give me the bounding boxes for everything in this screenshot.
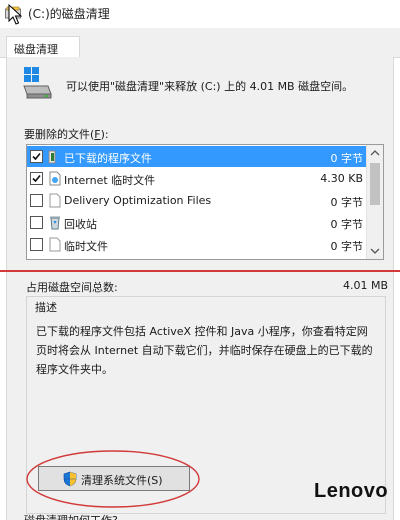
file-name: 回收站 <box>64 218 97 231</box>
file-size: 4.30 KB <box>320 172 363 185</box>
file-name: 已下载的程序文件 <box>64 152 152 165</box>
file-checkbox[interactable] <box>30 172 43 185</box>
tab-strip: 磁盘清理 <box>0 28 400 59</box>
tab-disk-cleanup[interactable]: 磁盘清理 <box>6 36 80 59</box>
file-size: 0 字节 <box>330 152 364 165</box>
intro-text: 可以使用"磁盘清理"来释放 (C:) 上的 4.01 MB 磁盘空间。 <box>66 80 354 93</box>
lenovo-watermark: Lenovo <box>314 480 389 502</box>
recycle-bin-icon <box>50 216 60 230</box>
description-legend: 描述 <box>32 299 60 315</box>
list-item[interactable]: Delivery Optimization Files 0 字节 <box>27 190 367 211</box>
file-checkbox[interactable] <box>30 194 43 207</box>
list-item[interactable]: 回收站 0 字节 <box>27 212 367 233</box>
folder-icon <box>48 150 56 164</box>
title-bar: (C:)的磁盘清理 <box>0 0 400 26</box>
list-item[interactable]: 已下载的程序文件 0 字节 <box>27 146 367 167</box>
internet-files-icon <box>49 171 61 186</box>
scroll-down-icon[interactable] <box>367 243 383 259</box>
window-title: (C:)的磁盘清理 <box>28 7 110 21</box>
file-name: Delivery Optimization Files <box>64 194 212 207</box>
total-space-label: 占用磁盘空间总数: <box>26 281 118 294</box>
file-size: 0 字节 <box>330 196 364 209</box>
mouse-cursor-icon <box>8 4 22 25</box>
scroll-up-icon[interactable] <box>367 145 383 161</box>
list-item[interactable]: Internet 临时文件 4.30 KB <box>27 168 367 189</box>
how-disk-cleanup-works-link[interactable]: 磁盘清理如何工作? <box>24 512 118 520</box>
file-icon <box>49 193 61 208</box>
scroll-thumb[interactable] <box>370 163 380 205</box>
file-size: 0 字节 <box>330 218 364 231</box>
file-icon <box>49 237 61 252</box>
files-to-delete-label: 要删除的文件(F): <box>24 126 109 142</box>
list-scrollbar[interactable] <box>366 145 383 259</box>
file-checkbox[interactable] <box>30 238 43 251</box>
files-label-prefix: 要删除的文件( <box>24 128 95 141</box>
file-checkbox[interactable] <box>30 216 43 229</box>
file-size: 0 字节 <box>330 240 364 253</box>
files-label-suffix: ): <box>100 128 109 141</box>
drive-cleanup-icon <box>23 67 52 99</box>
list-item[interactable]: 临时文件 0 字节 <box>27 234 367 255</box>
tab-label: 磁盘清理 <box>14 43 58 56</box>
annotation-circle <box>26 450 200 508</box>
file-name: 临时文件 <box>64 240 108 253</box>
file-name: Internet 临时文件 <box>64 174 156 187</box>
total-space-value: 4.01 MB <box>342 279 388 292</box>
files-to-delete-list[interactable]: 已下载的程序文件 0 字节 Internet 临时文件 4.30 KB Deli… <box>26 144 384 260</box>
file-checkbox[interactable] <box>30 150 43 163</box>
annotation-line <box>0 270 400 272</box>
description-text: 已下载的程序文件包括 ActiveX 控件和 Java 小程序，你查看特定网页时… <box>36 325 373 376</box>
